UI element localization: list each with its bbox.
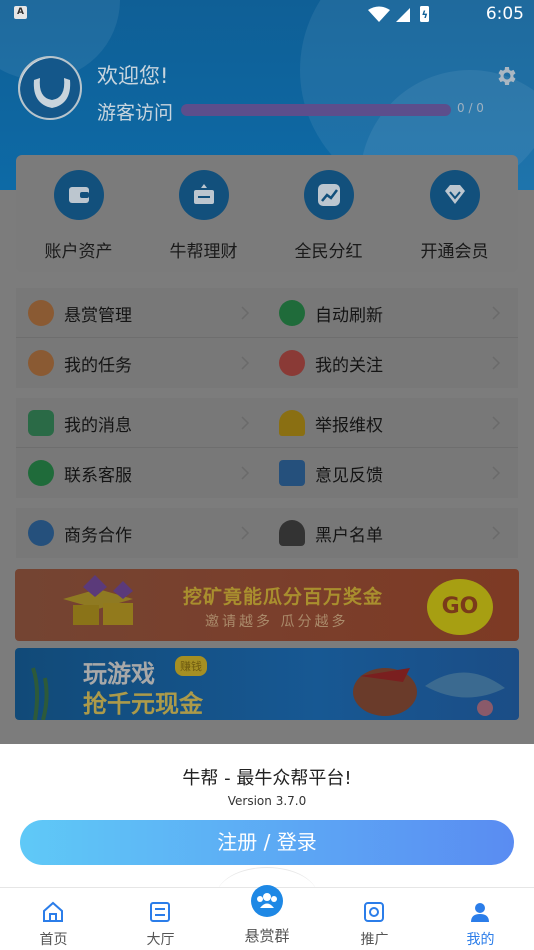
menu-item-label: 联系客服 [64, 466, 132, 486]
menu-group-3: 商务合作 黑户名单 [16, 508, 518, 558]
level-progress-bar [181, 104, 451, 116]
gear-icon[interactable] [494, 64, 518, 88]
status-bar: A ϟ 6:05 [0, 0, 534, 28]
menu-item-label: 黑户名单 [315, 526, 383, 546]
avatar[interactable] [18, 56, 82, 120]
mining-banner-subtitle: 邀请越多 瓜分越多 [205, 614, 349, 630]
menu-item-report[interactable]: 举报维权 [267, 398, 518, 448]
game-banner[interactable]: 玩游戏 赚钱 抢千元现金 [15, 648, 519, 720]
chevron-right-icon [492, 526, 501, 540]
chevron-right-icon [492, 466, 501, 480]
message-icon [28, 410, 54, 436]
menu-item-label: 意见反馈 [315, 466, 383, 486]
menu-item-label: 我的任务 [64, 356, 132, 376]
menu-item-label: 商务合作 [64, 526, 132, 546]
promote-icon [364, 902, 384, 922]
heart-icon [279, 350, 305, 376]
menu-item-my-messages[interactable]: 我的消息 [16, 398, 267, 448]
go-button[interactable]: GO [427, 579, 493, 635]
svg-text:ϟ: ϟ [422, 10, 429, 21]
headset-icon [28, 460, 54, 486]
menu-item-label: 自动刷新 [315, 306, 383, 326]
cooperation-icon [28, 520, 54, 546]
progress-text: 0 / 0 [457, 101, 484, 115]
menu-item-cooperation[interactable]: 商务合作 [16, 508, 267, 558]
menu-item-label: 举报维权 [315, 416, 383, 436]
version-text: Version 3.7.0 [227, 794, 307, 808]
blacklist-icon [279, 520, 305, 546]
game-banner-tag: 赚钱 [175, 656, 207, 676]
chevron-right-icon [492, 416, 501, 430]
menu-item-customer-service[interactable]: 联系客服 [16, 448, 267, 498]
trend-up-icon [304, 170, 354, 220]
group-icon[interactable] [251, 885, 283, 917]
task-icon [28, 350, 54, 376]
sheet-title: 牛帮 - 最牛众帮平台! [182, 768, 352, 789]
money-bag-icon [28, 300, 54, 326]
menu-group-2: 我的消息 举报维权 联系客服 意见反馈 [16, 398, 518, 498]
notification-icon: A [14, 6, 27, 19]
menu-item-my-follows[interactable]: 我的关注 [267, 338, 518, 388]
guest-label[interactable]: 游客访问 [97, 98, 173, 125]
tab-label: 首页 [39, 932, 68, 948]
tab-home[interactable]: 首页 [0, 888, 107, 950]
quick-action-assets[interactable]: 账户资产 [16, 155, 141, 272]
menu-item-auto-refresh[interactable]: 自动刷新 [267, 288, 518, 338]
tab-label: 我的 [466, 932, 495, 948]
quick-actions-card: 账户资产 牛帮理财 全民分红 开通会员 [16, 155, 518, 272]
quick-action-finance[interactable]: 牛帮理财 [141, 155, 266, 272]
tab-mine[interactable]: 我的 [427, 888, 534, 950]
chevron-right-icon [241, 416, 250, 430]
quick-action-label: 牛帮理财 [169, 242, 238, 262]
menu-group-1: 悬赏管理 自动刷新 我的任务 我的关注 [16, 288, 518, 388]
gold-bars-icon [63, 575, 133, 625]
menu-item-label: 我的消息 [64, 416, 132, 436]
diamond-icon [430, 170, 480, 220]
signal-icons: ϟ [368, 6, 429, 22]
quick-action-label: 账户资产 [44, 242, 113, 262]
menu-item-reward-management[interactable]: 悬赏管理 [16, 288, 267, 338]
alarm-icon [279, 410, 305, 436]
quick-action-dividend[interactable]: 全民分红 [266, 155, 391, 272]
chevron-right-icon [241, 306, 250, 320]
mining-banner[interactable]: 挖矿竟能瓜分百万奖金 邀请越多 瓜分越多 GO [15, 569, 519, 641]
quick-action-label: 开通会员 [420, 242, 489, 262]
register-login-button[interactable]: 注册 / 登录 [20, 820, 514, 865]
chevron-right-icon [241, 526, 250, 540]
chevron-right-icon [241, 356, 250, 370]
game-banner-line2: 抢千元现金 [83, 690, 203, 718]
menu-item-label: 我的关注 [315, 356, 383, 376]
mining-banner-title: 挖矿竟能瓜分百万奖金 [183, 586, 384, 608]
tab-label: 推广 [360, 932, 389, 948]
menu-item-blacklist[interactable]: 黑户名单 [267, 508, 518, 558]
menu-item-my-tasks[interactable]: 我的任务 [16, 338, 267, 388]
user-icon [471, 903, 489, 922]
hall-icon [150, 902, 170, 922]
home-icon [43, 901, 63, 922]
quick-action-vip[interactable]: 开通会员 [392, 155, 517, 272]
chevron-right-icon [492, 306, 501, 320]
refresh-icon [279, 300, 305, 326]
tab-reward-group-label[interactable]: 悬赏群 [216, 925, 318, 946]
menu-item-feedback[interactable]: 意见反馈 [267, 448, 518, 498]
welcome-text: 欢迎您! [97, 64, 169, 88]
quick-action-label: 全民分红 [294, 242, 363, 262]
wallet-icon [54, 170, 104, 220]
clock: 6:05 [485, 4, 524, 24]
menu-item-label: 悬赏管理 [64, 306, 132, 326]
tab-promote[interactable]: 推广 [321, 888, 428, 950]
feedback-icon [279, 460, 305, 486]
finance-icon [179, 170, 229, 220]
tab-hall[interactable]: 大厅 [107, 888, 214, 950]
chevron-right-icon [492, 356, 501, 370]
tab-label: 大厅 [146, 932, 175, 948]
chevron-right-icon [241, 466, 250, 480]
